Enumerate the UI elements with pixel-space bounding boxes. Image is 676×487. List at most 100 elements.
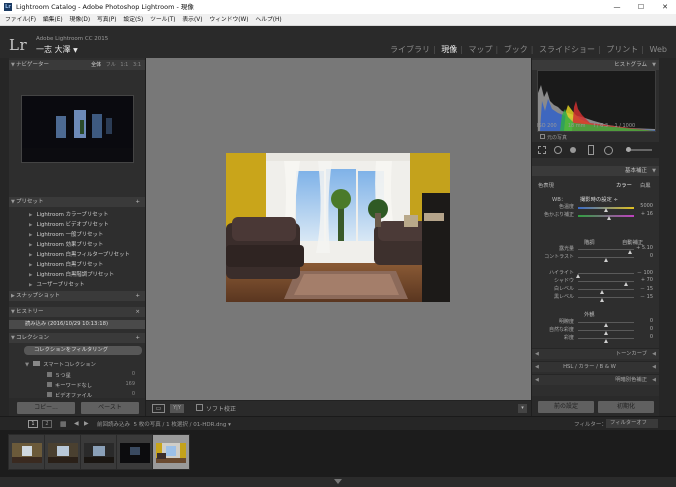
add-preset-icon[interactable]: + <box>135 197 140 207</box>
close-window-button[interactable]: ✕ <box>654 0 676 14</box>
grid-view-icon[interactable]: ▦ <box>60 420 67 428</box>
forward-arrow-icon[interactable]: ▶ <box>84 420 89 427</box>
preset-folder[interactable]: ▶ Lightroom 一般プリセット <box>29 230 103 238</box>
module-print[interactable]: プリント <box>603 45 641 54</box>
radial-filter-icon[interactable] <box>604 146 613 155</box>
module-book[interactable]: ブック <box>501 45 531 54</box>
menu-file[interactable]: ファイル(F) <box>5 14 36 26</box>
filter-select[interactable]: フィルターオフ <box>606 419 658 428</box>
red-eye-icon[interactable] <box>570 147 576 153</box>
saturation-slider-thumb[interactable] <box>604 339 608 343</box>
menu-photo[interactable]: 写真(P) <box>97 14 117 26</box>
zoom-3-1[interactable]: 3:1 <box>133 62 141 68</box>
before-after-icon[interactable]: Y|Y <box>170 404 184 413</box>
whites-value[interactable]: － 15 <box>633 285 653 292</box>
minimize-button[interactable]: — <box>606 0 628 14</box>
contrast-slider-thumb[interactable] <box>604 258 608 262</box>
blacks-value[interactable]: － 15 <box>633 293 653 300</box>
zoom-fit[interactable]: 全体 <box>91 62 101 68</box>
collection-item[interactable]: ５つ星 <box>47 371 71 379</box>
chevron-down-icon[interactable]: ▾ <box>228 422 231 428</box>
contrast-value[interactable]: 0 <box>633 253 653 259</box>
graduated-filter-icon[interactable] <box>588 145 594 155</box>
collection-filter-input[interactable]: コレクションをフィルタリング <box>24 346 142 355</box>
hsl-tabs[interactable]: HSL / カラー / B & W <box>563 364 616 370</box>
shadows-slider-thumb[interactable] <box>623 282 628 286</box>
menu-window[interactable]: ウィンドウ(W) <box>209 14 248 26</box>
preset-folder[interactable]: ▶ Lightroom カラープリセット <box>29 210 108 218</box>
right-edge-toggle[interactable] <box>659 58 676 416</box>
histogram-header[interactable]: ヒストグラム ▼ <box>532 60 659 70</box>
tint-slider-thumb[interactable] <box>606 216 611 220</box>
wb-select[interactable]: 撮影時の設定 ÷ <box>580 195 618 203</box>
photo-preview[interactable] <box>226 153 450 302</box>
whites-slider[interactable] <box>578 289 634 290</box>
menu-settings[interactable]: 設定(S) <box>123 14 143 26</box>
preset-folder[interactable]: ▶ Lightroom 白黒階調プリセット <box>29 270 114 278</box>
presets-header[interactable]: ▼ プリセット + <box>9 197 145 207</box>
preset-folder[interactable]: ▶ Lightroom 効果プリセット <box>29 240 103 248</box>
smart-collections-folder[interactable]: ▼ スマートコレクション <box>25 360 96 368</box>
filmstrip-thumb-selected[interactable] <box>152 434 190 470</box>
temp-slider-thumb[interactable] <box>604 208 608 212</box>
exposure-slider-thumb[interactable] <box>627 250 632 254</box>
tint-value[interactable]: + 16 <box>633 211 653 217</box>
exposure-slider[interactable] <box>578 249 634 250</box>
triangle-down-icon[interactable] <box>334 479 342 484</box>
soft-proof-checkbox[interactable] <box>196 404 203 411</box>
paste-button[interactable]: ペースト <box>81 402 139 414</box>
preset-folder[interactable]: ▶ Lightroom 白黒フィルタープリセット <box>29 250 130 258</box>
menu-help[interactable]: ヘルプ(H) <box>255 14 281 26</box>
chevron-down-icon[interactable]: ▼ <box>73 47 78 54</box>
module-develop[interactable]: 現像 <box>438 45 460 54</box>
add-snapshot-icon[interactable]: + <box>135 291 140 301</box>
clarity-slider-thumb[interactable] <box>604 323 608 327</box>
user-name[interactable]: 一志 大澤 ▼ <box>36 44 78 55</box>
highlights-slider-thumb[interactable] <box>576 274 580 278</box>
toolbar-menu-icon[interactable]: ▾ <box>518 404 527 413</box>
collections-header[interactable]: ▼ コレクション + <box>9 333 145 343</box>
basic-header[interactable]: 基本補正 ▼ <box>532 166 659 176</box>
treatment-color[interactable]: カラー <box>616 181 632 189</box>
menu-edit[interactable]: 編集(E) <box>43 14 63 26</box>
menu-develop[interactable]: 現像(D) <box>70 14 91 26</box>
whites-slider-thumb[interactable] <box>599 290 604 294</box>
collection-item[interactable]: キーワードなし <box>47 381 92 389</box>
exposure-value[interactable]: + 5.10 <box>633 245 653 251</box>
filmstrip-thumb[interactable] <box>44 434 82 470</box>
filmstrip-source[interactable]: 前回読み込み 5 枚の写真 / 1 枚選択 / 01-HDR.dng ▾ <box>97 420 231 428</box>
left-edge-toggle[interactable] <box>0 58 9 416</box>
history-header[interactable]: ▼ ヒストリー × <box>9 307 145 317</box>
filmstrip-thumb[interactable] <box>8 434 46 470</box>
navigator-preview[interactable] <box>21 95 134 163</box>
clear-history-icon[interactable]: × <box>135 307 140 317</box>
vibrance-slider-thumb[interactable] <box>604 331 608 335</box>
previous-settings-button[interactable]: 前の設定 <box>538 401 594 413</box>
saturation-value[interactable]: 0 <box>633 334 653 340</box>
back-arrow-icon[interactable]: ◀ <box>74 420 79 427</box>
module-map[interactable]: マップ <box>466 45 496 54</box>
preset-folder[interactable]: ▶ Lightroom 白黒プリセット <box>29 260 103 268</box>
preset-folder[interactable]: ▶ ユーザープリセット <box>29 280 85 288</box>
loupe-view-icon[interactable]: ▭ <box>152 404 165 413</box>
screen-2-button[interactable]: 2 <box>42 420 52 428</box>
crop-icon[interactable] <box>538 146 546 154</box>
bottom-panel-toggle[interactable] <box>0 477 676 487</box>
module-slideshow[interactable]: スライドショー <box>536 45 598 54</box>
add-collection-icon[interactable]: + <box>135 333 140 343</box>
zoom-1-1[interactable]: 1:1 <box>120 62 128 68</box>
module-library[interactable]: ライブラリ <box>387 45 433 54</box>
clarity-value[interactable]: 0 <box>633 318 653 324</box>
image-canvas[interactable] <box>146 58 531 400</box>
shadows-value[interactable]: + 70 <box>633 277 653 283</box>
highlights-slider[interactable] <box>578 273 634 274</box>
temp-value[interactable]: 5000 <box>633 203 653 209</box>
maximize-button[interactable]: ☐ <box>630 0 652 14</box>
snapshots-header[interactable]: ▶ スナップショット + <box>9 291 145 301</box>
filmstrip-thumb[interactable] <box>116 434 154 470</box>
menu-view[interactable]: 表示(V) <box>182 14 202 26</box>
tone-curve-header[interactable]: ◀ トーンカーブ ◀ <box>532 348 659 359</box>
blacks-slider-thumb[interactable] <box>599 298 604 302</box>
filmstrip-thumb[interactable] <box>80 434 118 470</box>
zoom-fill[interactable]: フル <box>106 62 116 68</box>
